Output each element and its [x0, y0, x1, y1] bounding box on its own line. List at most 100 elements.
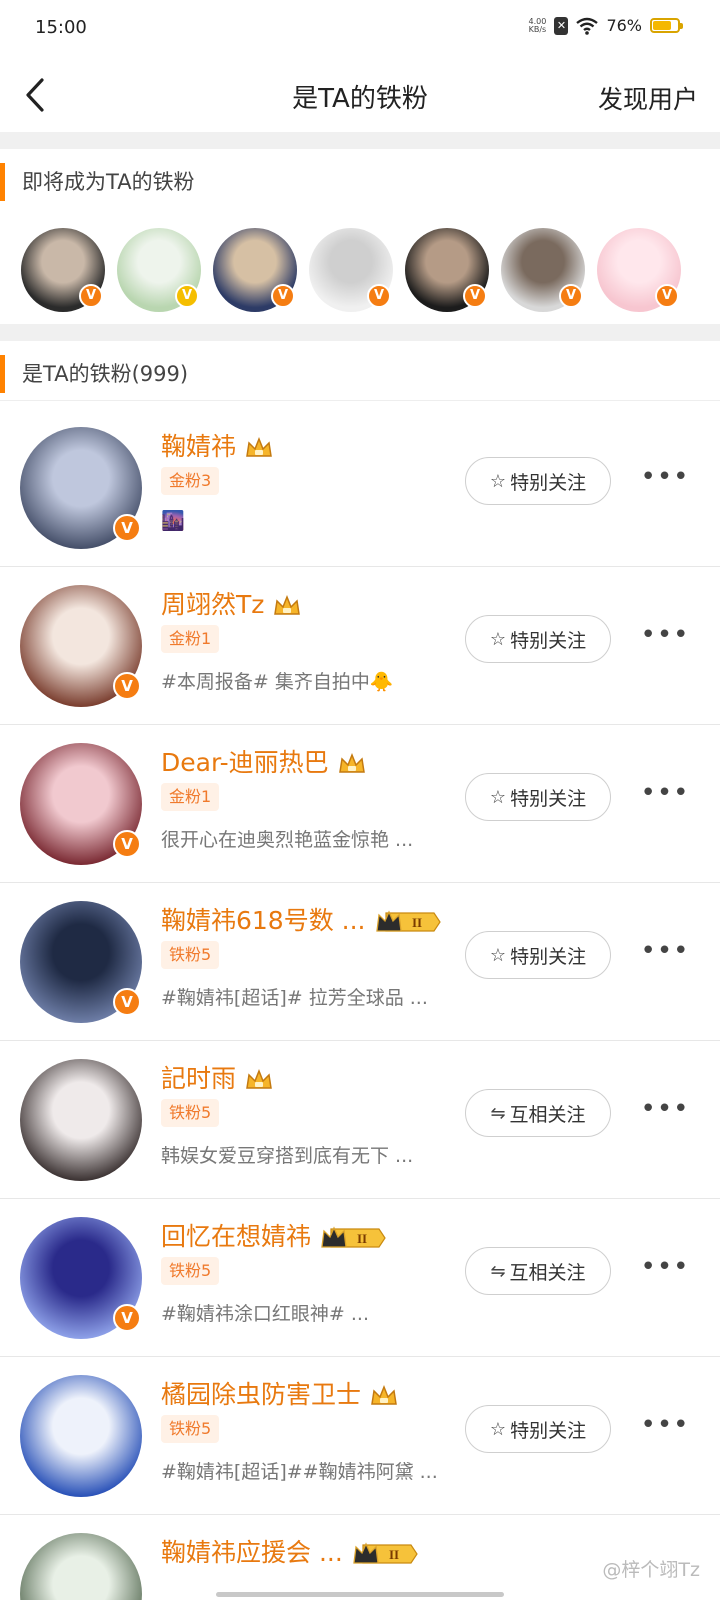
verified-badge-icon: V [113, 672, 141, 700]
fan-level-tag: 铁粉5 [161, 941, 220, 969]
follow-button-label: 特别关注 [510, 1419, 587, 1442]
crown-icon [338, 752, 365, 773]
section-fans-header: 是TA的铁粉(999) [0, 341, 720, 399]
upcoming-avatar[interactable]: V [21, 222, 111, 318]
special-follow-button[interactable]: ☆ 特别关注 [465, 615, 611, 663]
mutual-arrows-icon: ⇋ [490, 1260, 506, 1282]
section-fans-title: 是TA的铁粉(999) [22, 362, 189, 386]
mutual-follow-button[interactable]: ⇋ 互相关注 [465, 1089, 611, 1137]
fan-level-tag: 金粉1 [161, 783, 220, 811]
user-name-text: 鞠婧祎应援会 ... [161, 1538, 343, 1567]
upcoming-avatar-row: VVVVVVV [0, 222, 720, 320]
section-accent-bar [0, 355, 5, 393]
special-follow-button[interactable]: ☆ 特别关注 [465, 773, 611, 821]
no-sim-icon: ✕ [554, 16, 569, 35]
special-follow-button[interactable]: ☆ 特别关注 [465, 931, 611, 979]
upcoming-avatar[interactable]: V [405, 222, 495, 318]
crown-icon [371, 1384, 397, 1405]
verified-badge-icon: V [113, 988, 141, 1016]
more-options-icon[interactable]: ••• [640, 464, 690, 495]
verified-badge-icon: V [113, 1304, 141, 1332]
user-name[interactable]: 鞠婧祎 [161, 427, 274, 463]
crown-icon [274, 594, 301, 615]
list-item[interactable]: 橘园除虫防害卫士 铁粉5 #鞠婧祎[超话]##鞠婧祎阿黛 ... ☆ 特别关注 ••• [0, 1357, 720, 1515]
more-options-icon[interactable]: ••• [640, 622, 690, 653]
network-speed: 4.00 KB/s [528, 17, 547, 34]
user-description: #鞠婧祎[超话]##鞠婧祎阿黛 ... [161, 1461, 438, 1483]
crown-level-badge-icon: II [353, 1542, 418, 1564]
follow-button-label: 互相关注 [509, 1261, 586, 1284]
user-name[interactable]: 鞠婧祎应援会 ... II [161, 1533, 419, 1569]
list-item[interactable]: V 回忆在想婧祎 II 铁粉5 #鞠婧祎涂口红眼神# ... ⇋ 互相关注 ••• [0, 1199, 720, 1357]
user-name-text: 橘园除虫防害卫士 [161, 1380, 362, 1409]
fan-level-tag: 铁粉5 [161, 1257, 220, 1285]
speed-unit: KB/s [528, 24, 547, 34]
special-follow-button[interactable]: ☆ 特别关注 [465, 1405, 611, 1453]
upcoming-avatar[interactable]: V [501, 222, 591, 318]
battery-fill [653, 21, 672, 30]
follow-button-label: 特别关注 [510, 471, 587, 494]
fan-level-tag: 金粉1 [161, 625, 220, 653]
crown-icon [246, 436, 272, 457]
more-options-icon[interactable]: ••• [640, 1096, 690, 1127]
battery-tip [680, 23, 683, 29]
status-bar: 15:00 4.00 KB/s ✕ 76% [0, 0, 720, 58]
more-options-icon[interactable]: ••• [640, 938, 690, 969]
list-item[interactable]: V 鞠婧祎618号数 ... II 铁粉5 #鞠婧祎[超话]# 拉芳全球品 ... ☆ 特别… [0, 883, 720, 1041]
fan-level-tag: 金粉3 [161, 467, 220, 495]
more-options-icon[interactable]: ••• [640, 1412, 690, 1443]
discover-users-link[interactable]: 发现用户 [598, 80, 698, 116]
section-accent-bar [0, 163, 5, 201]
list-item[interactable]: V Dear-迪丽热巴 金粉1 很开心在迪奥烈艳蓝金惊艳 ... ☆ 特别关注 ••• [0, 725, 720, 883]
verified-badge-icon: V [175, 284, 199, 308]
divider [0, 132, 720, 149]
user-name[interactable]: 周翊然Tz [161, 585, 302, 621]
upcoming-avatar[interactable]: V [213, 222, 303, 318]
verified-badge-icon: V [367, 284, 391, 308]
avatar[interactable] [20, 1533, 142, 1600]
upcoming-avatar[interactable]: V [309, 222, 399, 318]
home-indicator[interactable] [216, 1592, 504, 1597]
user-name[interactable]: 回忆在想婧祎 II [161, 1217, 387, 1253]
upcoming-avatar[interactable]: V [597, 222, 687, 318]
list-item[interactable]: 記时雨铁粉5 韩娱女爱豆穿搭到底有无下 ... ⇋ 互相关注 ••• [0, 1041, 720, 1199]
crown-level-badge-icon: II [321, 1226, 386, 1248]
user-name[interactable]: 橘园除虫防害卫士 [161, 1375, 399, 1411]
mutual-follow-button[interactable]: ⇋ 互相关注 [465, 1247, 611, 1295]
crown-level-badge-icon: II [375, 910, 441, 932]
verified-badge-icon: V [655, 284, 679, 308]
star-icon: ☆ [489, 628, 507, 650]
verified-badge-icon: V [79, 284, 103, 308]
special-follow-button[interactable]: ☆ 特别关注 [465, 457, 611, 505]
wifi-icon [576, 17, 599, 35]
watermark: @梓个翊Tz [602, 1559, 700, 1581]
more-options-icon[interactable]: ••• [640, 780, 690, 811]
fan-level-tag: 铁粉5 [161, 1099, 220, 1127]
user-description: 韩娱女爱豆穿搭到底有无下 ... [161, 1145, 414, 1167]
upcoming-avatar[interactable]: V [117, 222, 207, 318]
battery-percent: 76% [606, 16, 642, 35]
user-description: #鞠婧祎[超话]# 拉芳全球品 ... [161, 987, 428, 1009]
user-name[interactable]: 鞠婧祎618号数 ... II [161, 901, 442, 937]
verified-badge-icon: V [113, 830, 141, 858]
avatar[interactable] [20, 1059, 142, 1181]
more-options-icon[interactable]: ••• [640, 1254, 690, 1285]
user-description: 很开心在迪奥烈艳蓝金惊艳 ... [161, 829, 414, 851]
user-description: #本周报备# 集齐自拍中🐥 [161, 671, 394, 693]
user-name-text: 記时雨 [161, 1064, 237, 1093]
svg-text:II: II [357, 1231, 367, 1246]
user-name[interactable]: Dear-迪丽热巴 [161, 743, 367, 779]
verified-badge-icon: V [463, 284, 487, 308]
user-name[interactable]: 記时雨 [161, 1059, 274, 1095]
star-icon: ☆ [489, 1418, 507, 1440]
section-upcoming-header: 即将成为TA的铁粉 [0, 149, 720, 207]
verified-badge-icon: V [559, 284, 583, 308]
user-name-text: 周翊然Tz [161, 590, 265, 619]
user-name-text: Dear-迪丽热巴 [161, 748, 329, 777]
avatar[interactable] [20, 1375, 142, 1497]
list-item[interactable]: V 周翊然Tz 金粉1 #本周报备# 集齐自拍中🐥 ☆ 特别关注 ••• [0, 567, 720, 725]
nav-bar: 是TA的铁粉 发现用户 [0, 58, 720, 132]
list-item[interactable]: V 鞠婧祎 金粉3 🌆 ☆ 特别关注 ••• [0, 409, 720, 567]
fan-level-tag: 铁粉5 [161, 1415, 220, 1443]
status-icons: 4.00 KB/s ✕ 76% [528, 16, 683, 35]
